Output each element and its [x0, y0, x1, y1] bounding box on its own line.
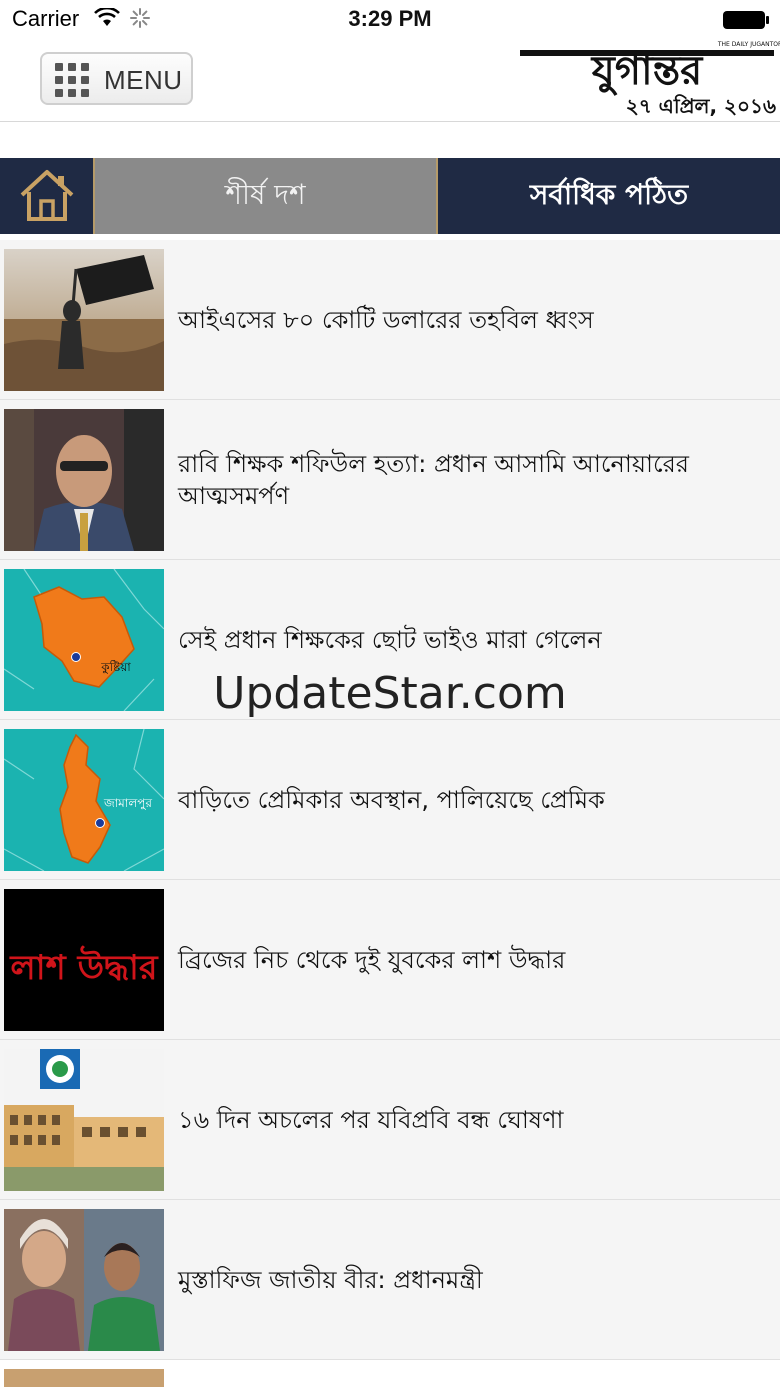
list-item[interactable]: ১৬ দিন অচলের পর যবিপ্রবি বন্ধ ঘোষণা	[0, 1040, 780, 1200]
status-bar: Carrier 3:29 PM	[0, 0, 780, 40]
grid-icon	[55, 63, 89, 97]
article-title: ১৬ দিন অচলের পর যবিপ্রবি বন্ধ ঘোষণা	[178, 1106, 564, 1134]
list-item[interactable]: লাশ উদ্ধার ব্রিজের নিচ থেকে দুই যুবকের ল…	[0, 880, 780, 1040]
list-item[interactable]: আইএসের ৮০ কোটি ডলারের তহবিল ধ্বংস	[0, 240, 780, 400]
svg-text:THE DAILY JUGANTOR: THE DAILY JUGANTOR	[717, 41, 780, 48]
article-list: আইএসের ৮০ কোটি ডলারের তহবিল ধ্বংস রাবি শ…	[0, 240, 780, 1360]
status-time: 3:29 PM	[348, 6, 432, 31]
thumbnail-text: লাশ উদ্ধার	[9, 945, 158, 988]
list-item[interactable]: জামালপুর বাড়িতে প্রেমিকার অবস্থান, পালি…	[0, 720, 780, 880]
menu-button[interactable]: MENU	[40, 52, 193, 105]
tab-most-read-label: সর্বাধিক পঠিত	[529, 177, 689, 211]
tab-most-read[interactable]: সর্বাধিক পঠিত	[438, 158, 780, 234]
article-title: বাড়িতে প্রেমিকার অবস্থান, পালিয়েছে প্র…	[178, 786, 605, 814]
menu-label: MENU	[104, 65, 183, 95]
map-label: জামালপুর	[103, 796, 152, 811]
article-title: ব্রিজের নিচ থেকে দুই যুবকের লাশ উদ্ধার	[178, 946, 566, 974]
partial-thumbnail	[4, 1369, 164, 1387]
tab-bar: শীর্ষ দশ সর্বাধিক পঠিত	[0, 158, 780, 234]
article-thumbnail	[4, 249, 164, 391]
list-item[interactable]: রাবি শিক্ষক শফিউল হত্যা: প্রধান আসামি আন…	[0, 400, 780, 560]
list-item[interactable]: মুস্তাফিজ জাতীয় বীর: প্রধানমন্ত্রী	[0, 1200, 780, 1360]
article-thumbnail	[4, 1209, 164, 1351]
battery-icon	[723, 11, 769, 29]
article-thumbnail: লাশ উদ্ধার	[4, 889, 164, 1031]
app-header: MENU যুগান্তর THE DAILY JUGANTOR ২৭ এপ্র…	[0, 40, 780, 122]
header-date: ২৭ এপ্রিল, ২০১৬	[625, 94, 776, 118]
tab-top-ten-label: শীর্ষ দশ	[225, 177, 306, 211]
svg-text:যুগান্তর: যুগান্তর	[590, 48, 704, 95]
tab-home[interactable]	[0, 158, 95, 234]
article-thumbnail: জামালপুর	[4, 729, 164, 871]
article-title: আইএসের ৮০ কোটি ডলারের তহবিল ধ্বংস	[178, 306, 594, 334]
watermark: UpdateStar.com	[213, 668, 567, 719]
article-thumbnail	[4, 1049, 164, 1191]
tab-top-ten[interactable]: শীর্ষ দশ	[95, 158, 438, 234]
home-icon	[20, 170, 73, 221]
article-thumbnail	[4, 409, 164, 551]
jugantor-logo[interactable]: যুগান্তর THE DAILY JUGANTOR	[514, 38, 780, 98]
article-title: মুস্তাফিজ জাতীয় বীর: প্রধানমন্ত্রী	[178, 1266, 483, 1294]
article-title: রাবি শিক্ষক শফিউল হত্যা: প্রধান আসামি আন…	[178, 450, 689, 510]
